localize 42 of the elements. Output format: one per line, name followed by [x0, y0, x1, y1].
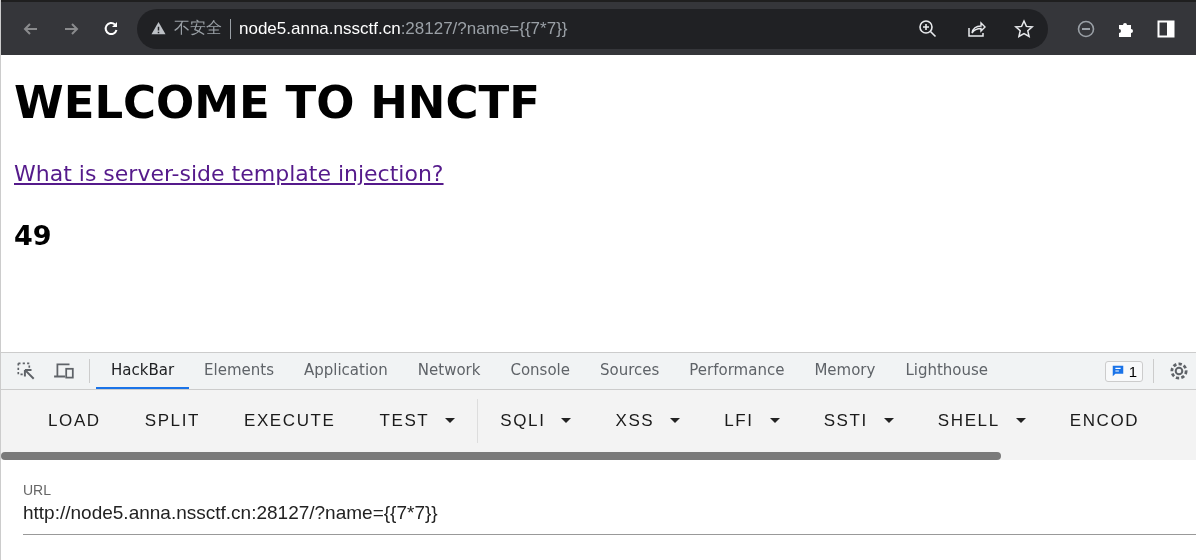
hackbar-button[interactable]: LFI	[702, 403, 802, 439]
security-label: 不安全	[174, 18, 222, 38]
hackbar-button[interactable]: SPLIT	[122, 403, 222, 439]
settings-icon[interactable]	[1168, 360, 1190, 382]
page-heading: WELCOME TO HNCTF	[14, 75, 540, 131]
scrollbar-thumb[interactable]	[1, 452, 1001, 460]
zoom-icon[interactable]	[918, 18, 938, 39]
inspect-icon[interactable]	[15, 360, 37, 382]
hackbar-button[interactable]: ENCOD	[1047, 403, 1162, 439]
hackbar-button[interactable]: SHELL	[915, 403, 1048, 439]
issues-badge[interactable]: 1	[1104, 360, 1143, 382]
caret-icon	[769, 418, 780, 424]
minus-circle-icon[interactable]	[1076, 18, 1096, 39]
star-icon[interactable]	[1014, 18, 1034, 39]
caret-icon	[561, 418, 572, 424]
devtools-tab[interactable]: Application	[289, 353, 403, 389]
devtools-tab[interactable]: Memory	[799, 353, 891, 389]
url-text: node5.anna.nssctf.cn:28127/?name={{7*7}}	[239, 18, 568, 39]
devtools-tab[interactable]: Lighthouse	[890, 353, 1004, 389]
result-text: 49	[14, 220, 52, 251]
warning-icon	[151, 21, 166, 36]
caret-icon	[883, 418, 894, 424]
hackbar-button[interactable]: LOAD	[25, 403, 123, 439]
hackbar-button[interactable]: EXECUTE	[221, 403, 358, 439]
devtools-tab[interactable]: Network	[402, 353, 496, 389]
devtools-tab[interactable]: Performance	[674, 353, 800, 389]
field-label: URL	[23, 482, 52, 498]
field-value: http://node5.anna.nssctf.cn:28127/?name={{7*7}}	[23, 502, 439, 524]
caret-icon	[445, 418, 456, 424]
hackbar-button[interactable]: XSS	[593, 403, 703, 439]
devtools-tab[interactable]: Sources	[585, 353, 675, 389]
url-input-field[interactable]: URL http://node5.anna.nssctf.cn:28127/?name={{7*7}}	[23, 482, 1196, 535]
hackbar-button[interactable]: SSTI	[801, 403, 916, 439]
address-bar[interactable]: 不安全 node5.anna.nssctf.cn:28127/?name={{7*7}}	[137, 8, 1048, 49]
devtools-tab[interactable]: Elements	[189, 353, 289, 389]
hackbar-button[interactable]: SQLI	[478, 403, 594, 439]
caret-icon	[670, 418, 681, 424]
devtools-tab[interactable]: Console	[495, 353, 585, 389]
side-panel-icon[interactable]	[1156, 18, 1176, 39]
article-link[interactable]: What is server-side template injection?	[14, 161, 444, 186]
hackbar-button[interactable]: TEST	[357, 403, 478, 439]
caret-icon	[1015, 418, 1026, 424]
